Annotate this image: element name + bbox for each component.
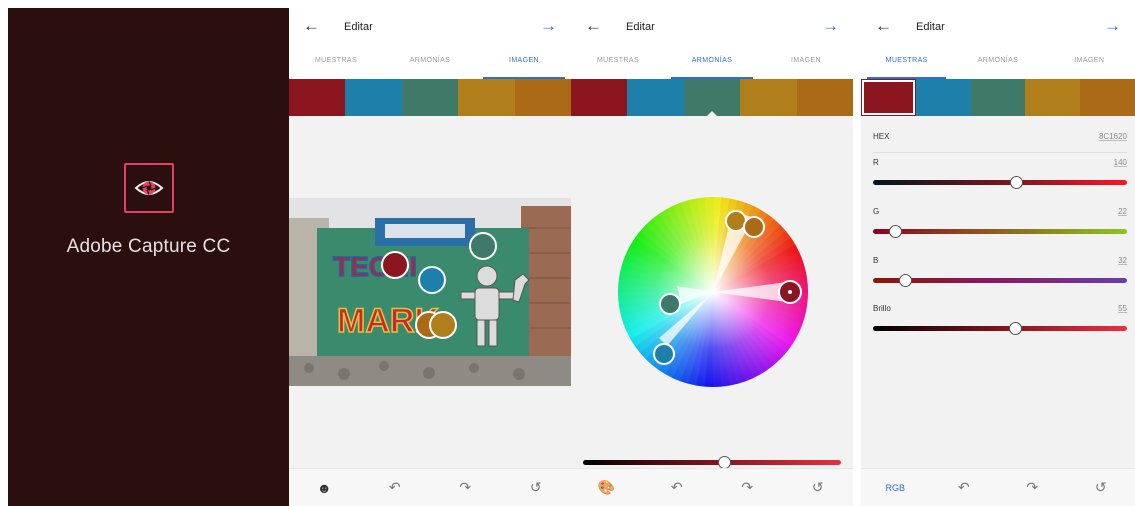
image-area: TECNI MARK: [289, 116, 571, 466]
redo-icon[interactable]: ↷: [450, 479, 480, 496]
swatch-1[interactable]: [861, 79, 916, 116]
r-field[interactable]: 140: [1114, 158, 1127, 167]
b-slider-handle[interactable]: [899, 274, 912, 287]
swatch-3[interactable]: [401, 79, 459, 116]
reset-icon[interactable]: ↺: [521, 479, 551, 496]
arrow-right-icon[interactable]: →: [1104, 16, 1121, 36]
page-title: Editar: [916, 21, 945, 33]
arrow-left-icon[interactable]: ←: [875, 16, 892, 36]
brightness-slider[interactable]: [583, 456, 841, 469]
b-label: B: [873, 256, 879, 265]
g-slider-handle[interactable]: [889, 225, 902, 238]
edit-panel-image: ← Editar → MUESTRAS ARMONÍAS IMAGEN TECN…: [289, 8, 571, 506]
swatch-strip: [571, 79, 853, 117]
tab-armonias[interactable]: ARMONÍAS: [383, 46, 477, 79]
tab-muestras[interactable]: MUESTRAS: [861, 46, 952, 79]
swatch-2[interactable]: [915, 79, 971, 116]
swatch-strip: [289, 79, 571, 116]
reset-icon[interactable]: ↺: [803, 479, 833, 496]
reset-icon[interactable]: ↺: [1086, 479, 1116, 496]
bottom-bar: 🎨 ↶ ↷ ↺: [571, 468, 853, 506]
top-bar: ← Editar →: [571, 8, 853, 46]
swatch-5[interactable]: [514, 79, 571, 116]
hex-label: HEX: [873, 132, 890, 141]
swatch-2[interactable]: [345, 79, 402, 116]
b-slider[interactable]: [873, 274, 1127, 287]
r-label: R: [873, 158, 879, 167]
arrow-left-icon[interactable]: ←: [303, 16, 320, 36]
edit-panel-swatches: ← Editar → MUESTRAS ARMONÍAS IMAGEN HEX …: [861, 8, 1135, 506]
app-title: Adobe Capture CC: [66, 236, 231, 257]
swatch-1[interactable]: [289, 79, 346, 116]
color-values-area: HEX 8C1620 R 140 G 22 B 32 Brillo 55: [861, 116, 1135, 466]
page-title: Editar: [626, 21, 655, 33]
b-field[interactable]: 32: [1118, 256, 1127, 265]
undo-icon[interactable]: ↶: [662, 479, 692, 496]
redo-icon[interactable]: ↷: [1017, 479, 1047, 496]
tab-armonias[interactable]: ARMONÍAS: [665, 46, 759, 79]
arrow-right-icon[interactable]: →: [540, 16, 557, 36]
tab-armonias[interactable]: ARMONÍAS: [952, 46, 1043, 79]
g-label: G: [873, 207, 880, 216]
tab-bar: MUESTRAS ARMONÍAS IMAGEN: [571, 46, 853, 79]
captured-photo: TECNI MARK: [289, 198, 571, 386]
splash-screen: Adobe Capture CC: [8, 8, 289, 506]
brillo-label: Brillo: [873, 304, 891, 313]
swatch-4[interactable]: [458, 79, 515, 116]
swatch-3[interactable]: [683, 79, 741, 117]
capture-aperture-icon: [124, 163, 174, 213]
undo-icon[interactable]: ↶: [949, 479, 979, 496]
g-field[interactable]: 22: [1118, 207, 1127, 216]
brillo-slider-handle[interactable]: [1009, 322, 1022, 335]
edit-panel-harmonies: ← Editar → MUESTRAS ARMONÍAS IMAGEN 🎨 ↶ …: [571, 8, 853, 506]
swatch-4[interactable]: [1025, 79, 1081, 116]
tab-imagen[interactable]: IMAGEN: [477, 46, 571, 79]
top-bar: ← Editar →: [861, 8, 1135, 46]
face-icon[interactable]: ☻: [309, 480, 339, 496]
color-wheel[interactable]: [615, 194, 811, 395]
divider: [873, 152, 1127, 153]
brillo-slider[interactable]: [873, 322, 1127, 335]
swatch-5[interactable]: [1080, 79, 1135, 116]
swatch-1[interactable]: [571, 79, 628, 116]
redo-icon[interactable]: ↷: [732, 479, 762, 496]
tab-imagen[interactable]: IMAGEN: [1044, 46, 1135, 79]
tab-bar: MUESTRAS ARMONÍAS IMAGEN: [289, 46, 571, 79]
swatch-3[interactable]: [970, 79, 1026, 116]
swatch-5[interactable]: [796, 79, 853, 116]
swatch-strip: [861, 79, 1135, 116]
r-row: R 140: [873, 158, 1127, 167]
r-slider-handle[interactable]: [1010, 176, 1023, 189]
brillo-row: Brillo 55: [873, 304, 1127, 313]
arrow-left-icon[interactable]: ←: [585, 16, 602, 36]
brillo-field[interactable]: 55: [1118, 304, 1127, 313]
bottom-bar: RGB ↶ ↷ ↺: [861, 468, 1135, 506]
hex-field[interactable]: 8C1620: [1099, 132, 1127, 141]
swatch-2[interactable]: [627, 79, 684, 116]
tab-imagen[interactable]: IMAGEN: [759, 46, 853, 79]
harmony-area: [571, 116, 853, 469]
color-mode-button[interactable]: RGB: [880, 483, 910, 493]
b-row: B 32: [873, 256, 1127, 265]
page-title: Editar: [344, 21, 373, 33]
tab-bar: MUESTRAS ARMONÍAS IMAGEN: [861, 46, 1135, 79]
g-row: G 22: [873, 207, 1127, 216]
undo-icon[interactable]: ↶: [380, 479, 410, 496]
palette-icon[interactable]: 🎨: [591, 479, 621, 496]
g-slider[interactable]: [873, 225, 1127, 238]
top-bar: ← Editar →: [289, 8, 571, 46]
tab-muestras[interactable]: MUESTRAS: [289, 46, 383, 79]
bottom-bar: ☻ ↶ ↷ ↺: [289, 468, 571, 506]
r-slider[interactable]: [873, 176, 1127, 189]
tab-muestras[interactable]: MUESTRAS: [571, 46, 665, 79]
hex-row: HEX 8C1620: [873, 132, 1127, 153]
swatch-4[interactable]: [740, 79, 797, 116]
arrow-right-icon[interactable]: →: [822, 16, 839, 36]
